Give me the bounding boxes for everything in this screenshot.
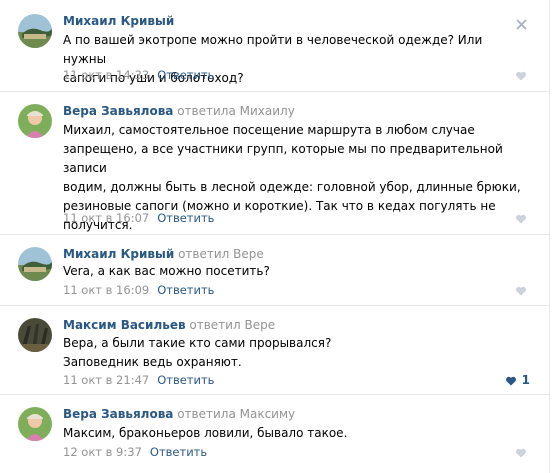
reply-button[interactable]: Ответить: [157, 68, 214, 82]
author-name[interactable]: Михаил Кривый: [63, 247, 174, 261]
text-line: Vera, а как вас можно посетить?: [63, 264, 270, 278]
comment-1: Михаил Кривый А по вашей экотропе можно …: [0, 0, 549, 92]
text-line: запрещено, а все участники групп, которы…: [63, 142, 503, 175]
text-line: А по вашей экотропе можно пройти в челов…: [63, 33, 483, 66]
comment-header: Вера Завьялова ответила Михаилу: [63, 104, 295, 118]
author-name[interactable]: Вера Завьялова: [63, 407, 173, 421]
comment-date[interactable]: 12 окт в 9:37: [63, 445, 142, 459]
reply-button[interactable]: Ответить: [157, 283, 214, 297]
reply-to[interactable]: ответил Вере: [189, 318, 275, 332]
comment-text: Vera, а как вас можно посетить?: [63, 262, 523, 281]
heart-icon[interactable]: [515, 70, 527, 82]
comment-header: Вера Завьялова ответила Максиму: [63, 407, 295, 421]
comment-meta: 11 окт в 16:07 Ответить: [63, 211, 214, 225]
heart-icon[interactable]: [515, 213, 527, 225]
comment-date[interactable]: 11 окт в 16:07: [63, 211, 149, 225]
reply-to[interactable]: ответил Вере: [178, 247, 264, 261]
reply-to[interactable]: ответила Михаилу: [177, 104, 295, 118]
reply-button[interactable]: Ответить: [157, 211, 214, 225]
text-line: водим, должны быть в лесной одежде: голо…: [63, 180, 521, 194]
comment-meta: 11 окт в 21:47 Ответить: [63, 373, 214, 387]
comment-header: Максим Васильев ответил Вере: [63, 318, 275, 332]
avatar[interactable]: [18, 247, 52, 281]
text-line: Михаил, самостоятельное посещение маршру…: [63, 123, 475, 137]
text-line: Заповедник ведь охраняют.: [63, 355, 242, 369]
text-line: Вера, а были такие кто сами прорывался?: [63, 336, 332, 350]
heart-icon[interactable]: [515, 285, 527, 297]
reply-to[interactable]: ответила Максиму: [177, 407, 295, 421]
avatar[interactable]: [18, 407, 52, 441]
comments-panel: Михаил Кривый А по вашей экотропе можно …: [0, 0, 550, 473]
comment-header: Михаил Кривый ответил Вере: [63, 247, 264, 261]
like-count[interactable]: 1: [522, 373, 530, 387]
comment-meta: 11 окт в 14:33 Ответить: [63, 68, 214, 82]
comment-text: Вера, а были такие кто сами прорывался? …: [63, 334, 523, 372]
avatar[interactable]: [18, 14, 52, 48]
comment-4: Максим Васильев ответил Вере Вера, а был…: [0, 306, 549, 395]
comment-date[interactable]: 11 окт в 14:33: [63, 68, 149, 82]
author-name[interactable]: Максим Васильев: [63, 318, 186, 332]
comment-3: Михаил Кривый ответил Вере Vera, а как в…: [0, 235, 549, 306]
comment-date[interactable]: 11 окт в 16:09: [63, 283, 149, 297]
author-name[interactable]: Михаил Кривый: [63, 14, 174, 28]
avatar[interactable]: [18, 318, 52, 352]
text-line: Максим, браконьеров ловили, бывало такое…: [63, 426, 348, 440]
avatar[interactable]: [18, 104, 52, 138]
comment-date[interactable]: 11 окт в 21:47: [63, 373, 149, 387]
heart-icon[interactable]: [515, 447, 527, 459]
comment-text: Максим, браконьеров ловили, бывало такое…: [63, 424, 523, 443]
reply-button[interactable]: Ответить: [157, 373, 214, 387]
comment-5: Вера Завьялова ответила Максиму Максим, …: [0, 395, 549, 473]
comment-meta: 12 окт в 9:37 Ответить: [63, 445, 207, 459]
author-name[interactable]: Вера Завьялова: [63, 104, 173, 118]
comment-meta: 11 окт в 16:09 Ответить: [63, 283, 214, 297]
reply-button[interactable]: Ответить: [150, 445, 207, 459]
comment-header: Михаил Кривый: [63, 14, 174, 28]
comment-2: Вера Завьялова ответила Михаилу Михаил, …: [0, 92, 549, 235]
heart-icon[interactable]: [505, 375, 517, 387]
